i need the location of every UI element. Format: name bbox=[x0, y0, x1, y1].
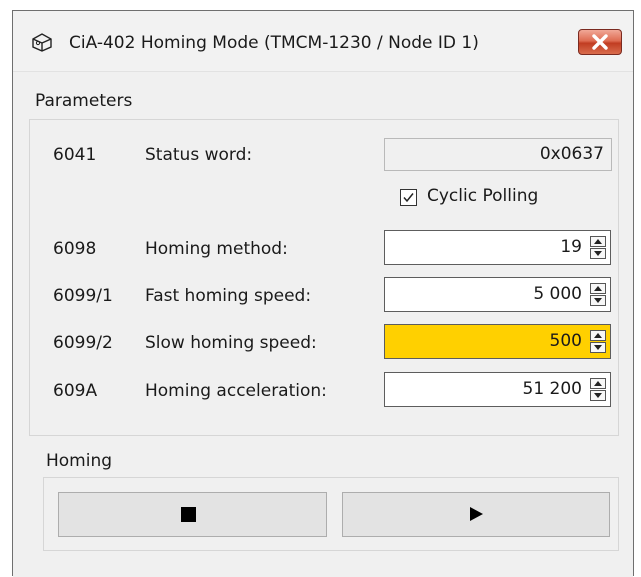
fast-speed-index: 6099/1 bbox=[53, 286, 113, 306]
acceleration-label: Homing acceleration: bbox=[145, 381, 327, 401]
homing-method-increment-button[interactable] bbox=[590, 236, 606, 247]
homing-method-spinbox[interactable]: 19 bbox=[384, 230, 611, 265]
fast-speed-spinbox[interactable]: 5 000 bbox=[384, 277, 611, 312]
arrow-up-icon bbox=[594, 333, 602, 338]
homing-method-value[interactable]: 19 bbox=[560, 231, 582, 264]
slow-speed-value[interactable]: 500 bbox=[550, 325, 582, 358]
title-bar: CiA-402 Homing Mode (TMCM-1230 / Node ID… bbox=[13, 11, 633, 72]
homing-method-label: Homing method: bbox=[145, 239, 288, 259]
stop-icon bbox=[181, 507, 196, 522]
acceleration-spinbox[interactable]: 51 200 bbox=[384, 372, 611, 407]
arrow-up-icon bbox=[594, 381, 602, 386]
arrow-up-icon bbox=[594, 286, 602, 291]
arrow-down-icon bbox=[594, 345, 602, 350]
checkmark-icon bbox=[403, 193, 414, 203]
slow-speed-label: Slow homing speed: bbox=[145, 333, 317, 353]
slow-speed-decrement-button[interactable] bbox=[590, 342, 606, 353]
arrow-down-icon bbox=[594, 393, 602, 398]
arrow-down-icon bbox=[594, 298, 602, 303]
start-homing-button[interactable] bbox=[342, 492, 610, 537]
acceleration-decrement-button[interactable] bbox=[590, 390, 606, 401]
cyclic-polling-label[interactable]: Cyclic Polling bbox=[427, 186, 538, 206]
homing-method-index: 6098 bbox=[53, 239, 97, 259]
homing-section-label: Homing bbox=[46, 451, 113, 471]
slow-speed-increment-button[interactable] bbox=[590, 330, 606, 341]
parameters-section-label: Parameters bbox=[35, 91, 133, 111]
acceleration-increment-button[interactable] bbox=[590, 378, 606, 389]
slow-speed-spinbox[interactable]: 500 bbox=[384, 324, 611, 359]
fast-speed-decrement-button[interactable] bbox=[590, 295, 606, 306]
close-x-icon bbox=[592, 34, 608, 50]
slow-speed-index: 6099/2 bbox=[53, 333, 113, 353]
status-word-field: 0x0637 bbox=[384, 138, 612, 171]
status-word-label: Status word: bbox=[145, 145, 253, 165]
acceleration-index: 609A bbox=[53, 381, 98, 401]
stop-homing-button[interactable] bbox=[58, 492, 327, 537]
window-title: CiA-402 Homing Mode (TMCM-1230 / Node ID… bbox=[69, 33, 479, 53]
status-word-index: 6041 bbox=[53, 145, 97, 165]
fast-speed-increment-button[interactable] bbox=[590, 283, 606, 294]
cyclic-polling-checkbox[interactable] bbox=[400, 189, 417, 206]
homing-mode-dialog: CiA-402 Homing Mode (TMCM-1230 / Node ID… bbox=[12, 10, 634, 577]
acceleration-value[interactable]: 51 200 bbox=[523, 373, 582, 406]
fast-speed-value[interactable]: 5 000 bbox=[533, 278, 582, 311]
play-icon bbox=[470, 507, 483, 521]
fast-speed-label: Fast homing speed: bbox=[145, 286, 312, 306]
box-icon bbox=[31, 32, 53, 52]
close-button[interactable] bbox=[578, 29, 622, 55]
arrow-up-icon bbox=[594, 239, 602, 244]
homing-method-decrement-button[interactable] bbox=[590, 248, 606, 259]
arrow-down-icon bbox=[594, 251, 602, 256]
window-bottom-edge bbox=[13, 565, 633, 577]
